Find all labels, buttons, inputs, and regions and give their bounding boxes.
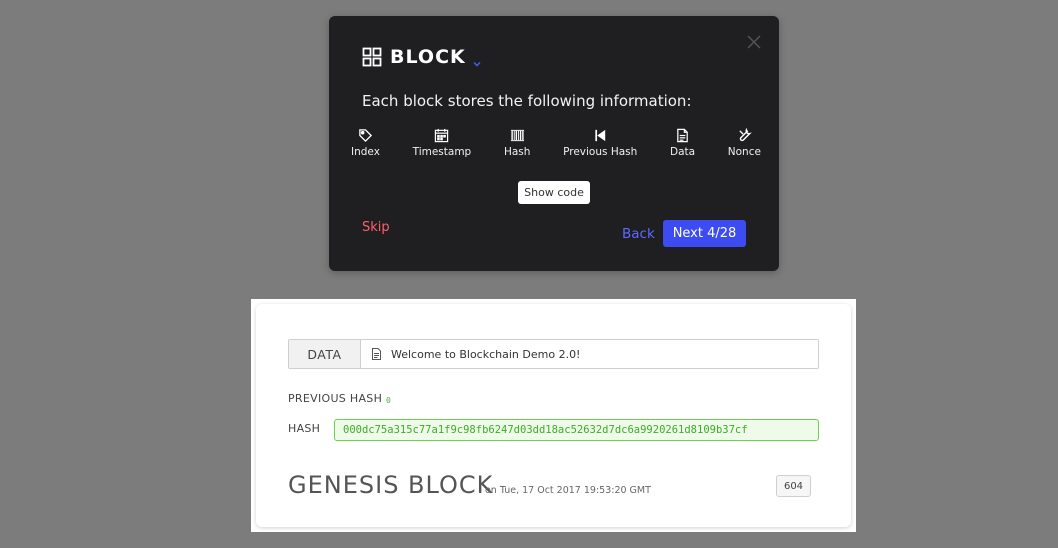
tour-popup: BLOCK Each block stores the following in… (329, 16, 779, 271)
nonce-badge[interactable]: 604 (776, 475, 811, 497)
grid-icon (362, 47, 382, 67)
next-button[interactable]: Next 4/28 (663, 220, 746, 247)
step-back-icon (595, 129, 605, 142)
field-hash: Hash (504, 128, 530, 158)
block-timestamp: on Tue, 17 Oct 2017 19:53:20 GMT (485, 485, 651, 496)
previous-hash-value: 0 (386, 396, 391, 405)
data-input-wrap (361, 340, 818, 368)
field-label: Hash (503, 146, 531, 158)
field-label: Timestamp (412, 146, 472, 158)
field-label: Previous Hash (563, 146, 638, 158)
barcode-icon (510, 129, 524, 142)
field-data: Data (670, 128, 695, 158)
data-label: DATA (289, 340, 361, 368)
hash-value: 000dc75a315c77a1f9c98fb6247d03dd18ac5263… (334, 419, 819, 441)
data-field: DATA (288, 339, 819, 369)
document-icon (372, 348, 381, 360)
tag-icon (359, 129, 373, 143)
wrench-icon (739, 128, 752, 142)
tour-title: BLOCK (390, 46, 466, 68)
field-label: Index (351, 146, 380, 158)
field-label: Nonce (727, 146, 761, 158)
calendar-icon (435, 128, 449, 143)
field-nonce: Nonce (728, 128, 761, 158)
close-icon[interactable] (747, 34, 761, 49)
chevron-down-icon[interactable] (472, 54, 482, 67)
document-icon (677, 128, 688, 143)
tour-header: BLOCK (362, 46, 482, 68)
data-input[interactable] (389, 346, 793, 362)
field-index: Index (351, 128, 380, 158)
show-code-button[interactable]: Show code (518, 181, 590, 204)
block-card: DATA PREVIOUS HASH 0 HASH 000dc75a315c77… (256, 304, 851, 527)
tour-description: Each block stores the following informat… (362, 92, 692, 110)
previous-hash-label: PREVIOUS HASH (288, 392, 383, 405)
field-label: Data (669, 146, 696, 158)
skip-button[interactable]: Skip (362, 220, 390, 235)
field-timestamp: Timestamp (412, 128, 472, 158)
hash-label: HASH (288, 422, 321, 435)
block-title: GENESIS BLOCK (288, 471, 494, 499)
block-fields-list: Index Timestamp Hash Previous Hash Data … (351, 128, 761, 158)
back-button[interactable]: Back (622, 226, 655, 242)
field-previous-hash: Previous Hash (563, 128, 637, 158)
